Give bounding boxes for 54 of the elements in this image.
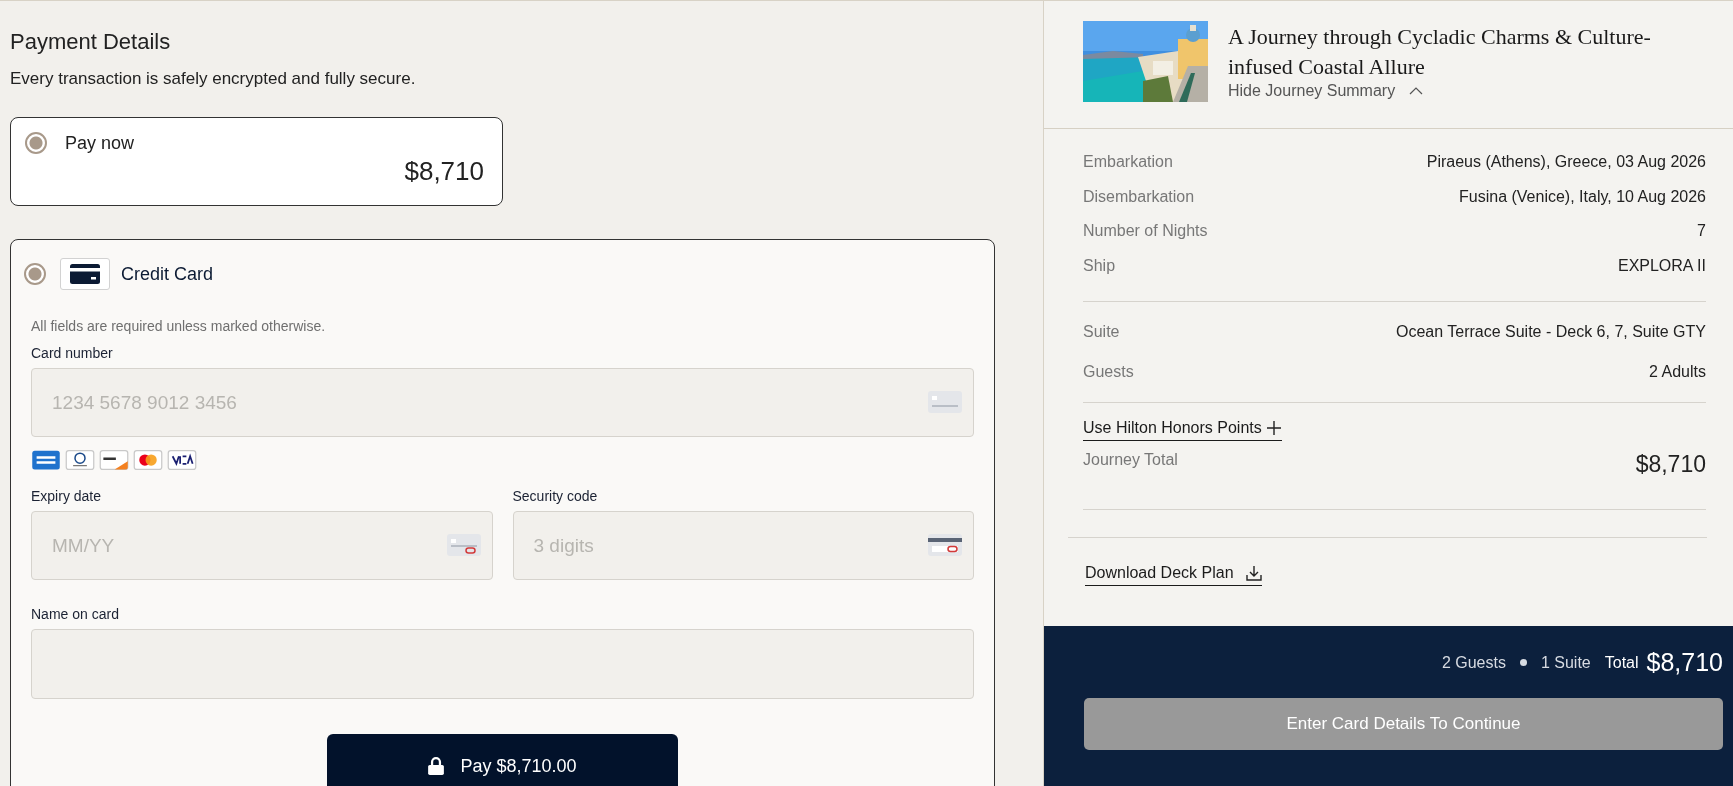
journey-title: A Journey through Cycladic Charms & Culture-infused Coastal Allure <box>1228 23 1652 81</box>
detail-label: Guests <box>1083 363 1134 381</box>
field-label: Expiry date <box>31 488 103 504</box>
radio-button[interactable] <box>25 132 47 154</box>
card-brand-icon <box>65 450 95 470</box>
option-label: Credit Card <box>121 263 214 285</box>
option-label: Pay now <box>65 132 135 154</box>
card-brand-icon <box>31 450 61 470</box>
field-label: Name on card <box>31 606 120 622</box>
total-label: Journey Total <box>1083 451 1178 470</box>
detail-value: Ocean Terrace Suite - Deck 6, 7, Suite GTY <box>1395 323 1706 341</box>
detail-value: 7 <box>1697 222 1706 241</box>
detail-value: Piraeus (Athens), Greece, 03 Aug 2026 <box>1426 153 1706 172</box>
detail-label: Ship <box>1083 256 1116 275</box>
lock-icon <box>428 757 445 775</box>
chevron-icon <box>1409 87 1424 95</box>
field-label: Security code <box>512 488 599 504</box>
form-note: All fields are required unless marked otherwise. <box>31 318 327 334</box>
deck-plan-link[interactable]: Download Deck Plan <box>1085 564 1262 586</box>
card-icon <box>928 391 962 413</box>
plus-icon <box>1265 420 1282 436</box>
detail-value: 2 Adults <box>1649 363 1706 381</box>
card-brand-icon <box>167 450 197 470</box>
security-code-field[interactable]: 3 digits <box>512 511 974 580</box>
suite-count: 1 Suite <box>1540 653 1591 672</box>
total-amount: $8,710 <box>1646 648 1723 677</box>
payment-option-card[interactable]: Pay now $8,710 <box>10 117 503 206</box>
total-label: Total <box>1604 653 1639 672</box>
summary-toggle[interactable]: Hide Journey Summary <box>1228 82 1424 100</box>
card-number-field[interactable]: 1234 5678 9012 3456 <box>31 368 974 437</box>
expiry-date-field[interactable]: MM/YY <box>31 511 493 580</box>
download-icon <box>1245 565 1262 581</box>
detail-label: Suite <box>1083 323 1120 341</box>
guest-count: 2 Guests <box>1441 653 1506 672</box>
detail-label: Disembarkation <box>1083 187 1195 206</box>
section-title: Payment Details <box>10 29 172 55</box>
card-icon <box>446 534 481 556</box>
amount: $8,710 <box>403 156 484 187</box>
total-amount: $8,710 <box>1635 451 1706 478</box>
points-link[interactable]: Use Hilton Honors Points <box>1083 419 1282 441</box>
field-label: Card number <box>31 345 114 361</box>
separator-dot <box>1519 659 1527 666</box>
name-field[interactable] <box>31 629 974 699</box>
credit-card-icon <box>70 264 100 284</box>
detail-value: Fusina (Venice), Italy, 10 Aug 2026 <box>1459 187 1706 206</box>
detail-label: Number of Nights <box>1083 222 1208 241</box>
card-brand-icon <box>133 450 163 470</box>
radio-button[interactable] <box>24 263 46 285</box>
security-note: Every transaction is safely encrypted and fully secure. <box>10 69 417 89</box>
card-brand-icon <box>99 450 129 470</box>
detail-label: Embarkation <box>1083 153 1173 172</box>
pay-button[interactable]: Pay $8,710.00 <box>327 734 678 786</box>
card-icon <box>928 534 962 556</box>
detail-value: EXPLORA II <box>1617 256 1706 275</box>
